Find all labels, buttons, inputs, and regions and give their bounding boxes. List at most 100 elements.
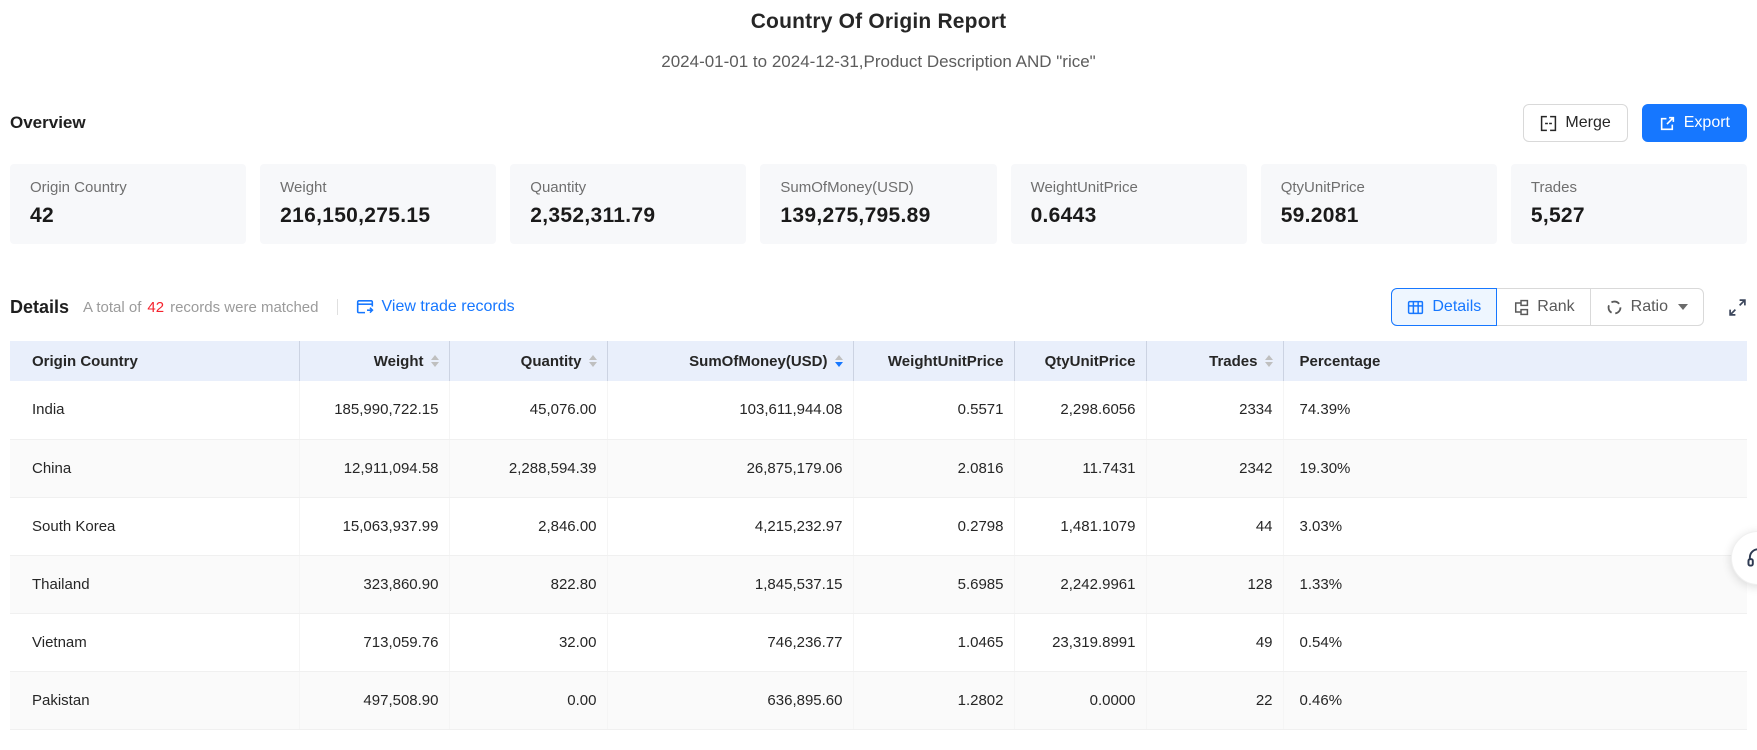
cell-quantity: 45,076.00 — [449, 381, 608, 440]
cell-origin-country: South Korea — [10, 497, 300, 556]
cell-origin-country: India — [10, 381, 300, 440]
cell-quantity: 2,846.00 — [449, 497, 608, 556]
sort-icon[interactable] — [1264, 355, 1273, 367]
details-toolbar-left: Details A total of 42 records were match… — [10, 297, 515, 318]
cell-qtyunitprice: 2,242.9961 — [1014, 555, 1147, 614]
cell-quantity: 2,288,594.39 — [449, 439, 608, 498]
cell-qtyunitprice: 23,319.8991 — [1014, 613, 1147, 672]
cell-sumofmoney-usd: 103,611,944.08 — [607, 381, 854, 440]
cell-quantity: 0.00 — [449, 671, 608, 730]
cell-sumofmoney-usd: 26,875,179.06 — [607, 439, 854, 498]
tab-details[interactable]: Details — [1391, 288, 1498, 326]
column-header-percentage: Percentage — [1283, 341, 1747, 381]
export-icon — [1659, 115, 1676, 132]
cell-trades: 2334 — [1146, 381, 1284, 440]
cell-qtyunitprice: 2,298.6056 — [1014, 381, 1147, 440]
card-value: 5,527 — [1530, 204, 1585, 227]
view-switcher: Details Rank Ratio — [1391, 288, 1704, 326]
details-toolbar-right: Details Rank Ratio — [1391, 288, 1747, 326]
merge-icon — [1540, 115, 1557, 132]
cell-origin-country: China — [10, 439, 300, 498]
card-value: 42 — [30, 204, 54, 227]
view-trade-records-label: View trade records — [381, 298, 515, 315]
card-value: 2,352,311.79 — [530, 204, 656, 227]
overview-card-trades: Trades 5,527 — [1510, 164, 1747, 244]
overview-card-weightunitprice: WeightUnitPrice 0.6443 — [1010, 164, 1247, 244]
cell-trades: 128 — [1146, 555, 1284, 614]
trade-records-icon — [356, 298, 374, 316]
table-row-pakistan: Pakistan 497,508.90 0.00 636,895.60 1.2802 0.… — [10, 671, 1747, 730]
cell-weight: 713,059.76 — [299, 613, 450, 672]
table-row-china: China 12,911,094.58 2,288,594.39 26,875,179… — [10, 439, 1747, 498]
matched-prefix: A total of — [83, 298, 142, 316]
column-label: QtyUnitPrice — [1044, 352, 1136, 370]
cell-qtyunitprice: 1,481.1079 — [1014, 497, 1147, 556]
card-value: 0.6443 — [1030, 204, 1097, 227]
sort-icon[interactable] — [430, 355, 439, 367]
card-value: 139,275,795.89 — [780, 204, 931, 227]
details-section: Details A total of 42 records were match… — [10, 288, 1747, 730]
cell-weightunitprice: 2.0816 — [853, 439, 1015, 498]
column-header-quantity[interactable]: Quantity — [449, 341, 608, 381]
page-title: Country Of Origin Report — [750, 10, 1007, 33]
cell-trades: 22 — [1146, 671, 1284, 730]
matched-records-text: A total of 42 records were matched — [83, 299, 318, 316]
country-of-origin-report-page: Country Of Origin Report 2024-01-01 to 2… — [0, 0, 1757, 730]
table-row-south-korea: South Korea 15,063,937.99 2,846.00 4,215,23… — [10, 497, 1747, 556]
card-label: Quantity — [530, 179, 587, 196]
column-header-sumofmoney-usd[interactable]: SumOfMoney(USD) — [607, 341, 854, 381]
export-button-label: Export — [1683, 114, 1730, 131]
details-table: Origin Country Weight Quantity SumOfMoney(U… — [10, 341, 1747, 730]
tab-label: Details — [1432, 298, 1482, 315]
cell-weight: 323,860.90 — [299, 555, 450, 614]
column-header-weightunitprice: WeightUnitPrice — [853, 341, 1015, 381]
card-value: 59.2081 — [1280, 204, 1359, 227]
tab-ratio[interactable]: Ratio — [1589, 288, 1704, 326]
tab-label: Ratio — [1630, 298, 1668, 315]
cell-qtyunitprice: 0.0000 — [1014, 671, 1147, 730]
matched-suffix: records were matched — [170, 298, 319, 316]
card-label: SumOfMoney(USD) — [780, 179, 914, 196]
column-label: SumOfMoney(USD) — [689, 352, 828, 370]
headset-icon — [1745, 545, 1757, 571]
cell-trades: 2342 — [1146, 439, 1284, 498]
tab-rank[interactable]: Rank — [1496, 288, 1591, 326]
cell-percentage: 1.33% — [1283, 555, 1747, 614]
view-trade-records-link[interactable]: View trade records — [356, 298, 515, 316]
overview-cards: Origin Country 42 Weight 216,150,275.15 Quan… — [10, 164, 1747, 244]
sort-icon[interactable] — [588, 355, 597, 367]
rank-icon — [1512, 299, 1529, 316]
sort-icon[interactable] — [834, 355, 843, 367]
merge-button[interactable]: Merge — [1523, 104, 1628, 142]
matched-count: 42 — [147, 298, 165, 316]
cell-percentage: 74.39% — [1283, 381, 1747, 440]
cell-sumofmoney-usd: 4,215,232.97 — [607, 497, 854, 556]
card-label: Weight — [280, 179, 327, 196]
fullscreen-icon[interactable] — [1728, 298, 1747, 317]
cell-weightunitprice: 5.6985 — [853, 555, 1015, 614]
table-row-india: India 185,990,722.15 45,076.00 103,611,944.… — [10, 381, 1747, 440]
cell-quantity: 822.80 — [449, 555, 608, 614]
cell-sumofmoney-usd: 746,236.77 — [607, 613, 854, 672]
overview-actions: Merge Export — [1523, 104, 1747, 142]
column-header-weight[interactable]: Weight — [299, 341, 450, 381]
table-row-thailand: Thailand 323,860.90 822.80 1,845,537.15 5.69… — [10, 555, 1747, 614]
column-header-trades[interactable]: Trades — [1146, 341, 1284, 381]
vertical-divider — [336, 299, 338, 315]
column-label: WeightUnitPrice — [887, 352, 1004, 370]
cell-origin-country: Thailand — [10, 555, 300, 614]
cell-percentage: 3.03% — [1283, 497, 1747, 556]
report-subtitle: 2024-01-01 to 2024-12-31,Product Descrip… — [661, 52, 1096, 71]
column-label: Trades — [1209, 352, 1258, 370]
export-button[interactable]: Export — [1641, 104, 1747, 142]
table-row-vietnam: Vietnam 713,059.76 32.00 746,236.77 1.0465 23… — [10, 613, 1747, 672]
overview-card-sumofmoney-usd: SumOfMoney(USD) 139,275,795.89 — [760, 164, 997, 244]
column-label: Quantity — [520, 352, 582, 370]
cell-percentage: 0.54% — [1283, 613, 1747, 672]
cell-weightunitprice: 0.5571 — [853, 381, 1015, 440]
ratio-icon — [1606, 299, 1623, 316]
column-header-qtyunitprice: QtyUnitPrice — [1014, 341, 1147, 381]
cell-weightunitprice: 0.2798 — [853, 497, 1015, 556]
card-label: WeightUnitPrice — [1030, 179, 1138, 196]
merge-button-label: Merge — [1565, 114, 1611, 131]
